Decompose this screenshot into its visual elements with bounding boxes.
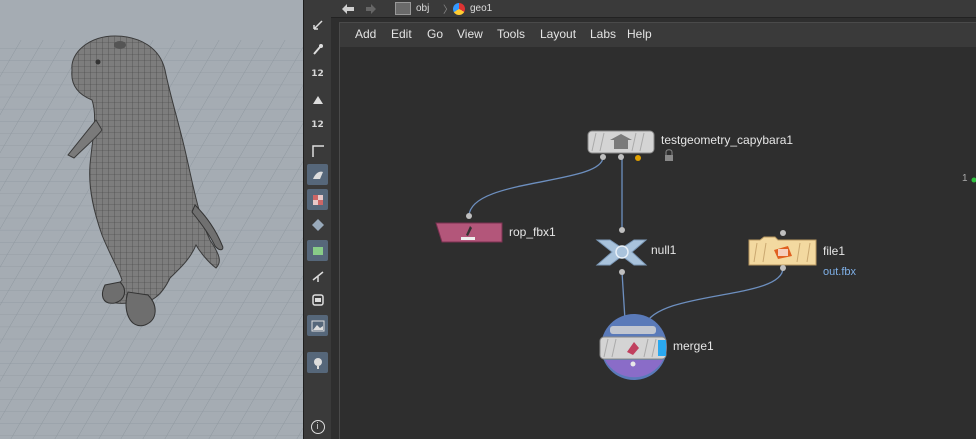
display-flag-icon[interactable] — [635, 155, 641, 161]
wire-file-to-merge[interactable] — [644, 267, 784, 326]
node-label-null: null1 — [651, 243, 677, 257]
wire-testgeo-to-rop[interactable] — [468, 156, 604, 217]
node-label-merge: merge1 — [673, 339, 714, 353]
node-testgeometry[interactable] — [587, 130, 655, 161]
node-subtitle-file: out.fbx — [823, 266, 857, 278]
node-label-file: file1 — [823, 244, 846, 258]
node-label-testgeometry: testgeometry_capybara1 — [661, 133, 794, 147]
edge-connection-dot — [971, 177, 976, 183]
node-merge[interactable] — [599, 314, 667, 380]
node-file[interactable] — [748, 230, 817, 271]
node-label-rop-fbx: rop_fbx1 — [509, 225, 556, 239]
node-null[interactable] — [595, 227, 648, 275]
node-rop-fbx[interactable] — [435, 213, 503, 243]
edge-marker-label: 1 — [962, 173, 968, 184]
wire-null-to-merge[interactable] — [621, 271, 626, 321]
node-graph[interactable] — [0, 0, 976, 439]
lock-icon[interactable] — [665, 149, 673, 161]
